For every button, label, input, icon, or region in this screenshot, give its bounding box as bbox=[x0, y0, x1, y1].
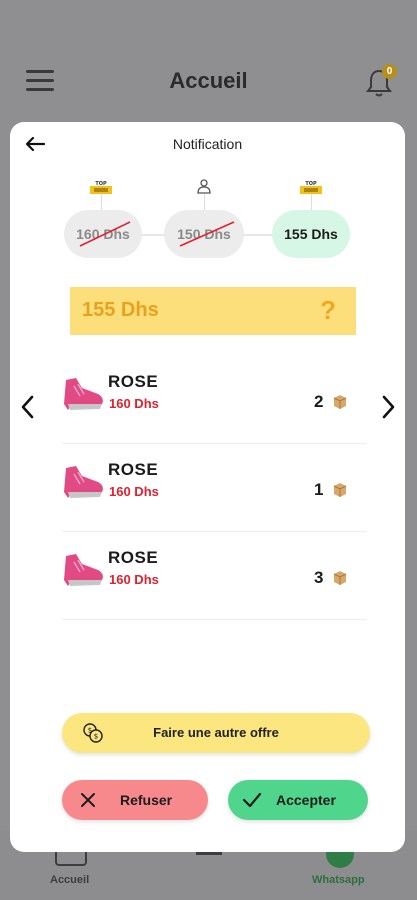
accept-button[interactable]: Accepter bbox=[228, 780, 368, 820]
modal-title: Notification bbox=[172, 136, 243, 152]
app-header: Accueil 0 bbox=[0, 0, 417, 120]
notification-modal: Notification TOP TOP 160 Dhs 150 Dhs 155… bbox=[10, 122, 405, 852]
offer-price: 155 Dhs bbox=[82, 299, 159, 321]
shoe-icon bbox=[64, 554, 103, 586]
step-connector bbox=[101, 194, 102, 210]
item-name: ROSE bbox=[108, 372, 159, 391]
user-icon bbox=[197, 179, 211, 194]
list-item[interactable]: ROSE 160 Dhs 3 bbox=[62, 532, 366, 620]
step-connector bbox=[142, 234, 166, 236]
item-quantity: 2 bbox=[314, 392, 324, 411]
price-step-3-value: 155 Dhs bbox=[284, 226, 338, 242]
list-item[interactable]: ROSE 160 Dhs 1 bbox=[62, 444, 366, 532]
item-name: ROSE bbox=[108, 548, 159, 567]
accept-label: Accepter bbox=[276, 792, 336, 808]
box-icon bbox=[333, 571, 347, 585]
step-connector bbox=[311, 194, 312, 210]
price-step-1-value: 160 Dhs bbox=[76, 226, 130, 242]
price-step-3: 155 Dhs bbox=[272, 210, 350, 258]
item-name: ROSE bbox=[108, 460, 159, 479]
item-price: 160 Dhs bbox=[109, 572, 159, 587]
center-tab-icon[interactable] bbox=[196, 852, 222, 855]
chevron-left-icon[interactable] bbox=[18, 394, 38, 420]
price-step-1: 160 Dhs bbox=[64, 210, 142, 258]
item-quantity: 1 bbox=[314, 480, 324, 499]
shoe-icon bbox=[64, 378, 103, 410]
refuse-button[interactable]: Refuser bbox=[62, 780, 208, 820]
other-offer-label: Faire une autre offre bbox=[153, 725, 279, 740]
step-connector bbox=[204, 194, 205, 210]
item-price: 160 Dhs bbox=[109, 396, 159, 411]
svg-text:TOP: TOP bbox=[95, 181, 107, 187]
item-price: 160 Dhs bbox=[109, 484, 159, 499]
close-icon bbox=[81, 793, 95, 807]
chevron-right-icon[interactable] bbox=[378, 394, 398, 420]
other-offer-button[interactable]: $ $ Faire une autre offre bbox=[62, 713, 370, 753]
price-step-2-value: 150 Dhs bbox=[177, 226, 231, 242]
top-vendor-badge-icon: TOP bbox=[300, 181, 322, 194]
box-icon bbox=[333, 483, 347, 497]
check-icon bbox=[242, 792, 262, 808]
refuse-label: Refuser bbox=[120, 792, 173, 808]
shoe-icon bbox=[64, 466, 103, 498]
item-quantity: 3 bbox=[314, 568, 324, 587]
notification-badge: 0 bbox=[382, 64, 397, 79]
question-icon: ? bbox=[320, 295, 336, 325]
svg-text:TOP: TOP bbox=[305, 181, 317, 187]
tab-accueil[interactable]: Accueil bbox=[50, 874, 89, 886]
offer-banner: 155 Dhs ? bbox=[70, 287, 356, 335]
tab-whatsapp[interactable]: Whatsapp bbox=[312, 874, 365, 886]
page-title: Accueil bbox=[169, 68, 248, 93]
price-step-2: 150 Dhs bbox=[164, 210, 244, 258]
top-vendor-badge-icon: TOP bbox=[90, 181, 112, 194]
step-connector bbox=[242, 234, 274, 236]
list-item[interactable]: ROSE 160 Dhs 2 bbox=[62, 356, 366, 444]
box-icon bbox=[333, 395, 347, 409]
